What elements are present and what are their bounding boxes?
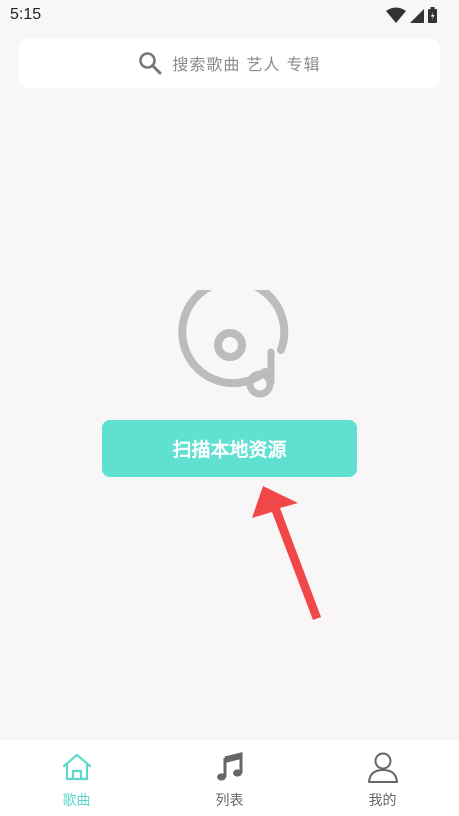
home-icon (60, 750, 94, 784)
nav-label-mine: 我的 (368, 793, 397, 809)
nav-item-songs[interactable]: 歌曲 (0, 740, 153, 816)
nav-item-list[interactable]: 列表 (153, 740, 306, 816)
bottom-navigation: 歌曲 列表 我的 (0, 740, 459, 816)
cellular-signal-icon (410, 9, 424, 23)
nav-label-songs: 歌曲 (62, 793, 91, 809)
status-bar: 5:15 (0, 0, 459, 30)
status-time: 5:15 (10, 6, 42, 23)
scan-local-button[interactable]: 扫描本地资源 (102, 420, 357, 477)
search-icon (139, 52, 162, 75)
search-bar[interactable]: 搜索歌曲 艺人 专辑 (19, 38, 440, 88)
wifi-icon (386, 7, 406, 23)
search-placeholder: 搜索歌曲 艺人 专辑 (172, 55, 321, 74)
battery-icon (428, 7, 437, 23)
nav-label-list: 列表 (215, 793, 244, 809)
music-note-icon (213, 750, 247, 784)
status-icons (386, 7, 437, 23)
music-disc-icon (178, 290, 289, 398)
user-icon (366, 750, 400, 784)
red-arrow-annotation (252, 486, 321, 620)
nav-item-mine[interactable]: 我的 (306, 740, 459, 816)
